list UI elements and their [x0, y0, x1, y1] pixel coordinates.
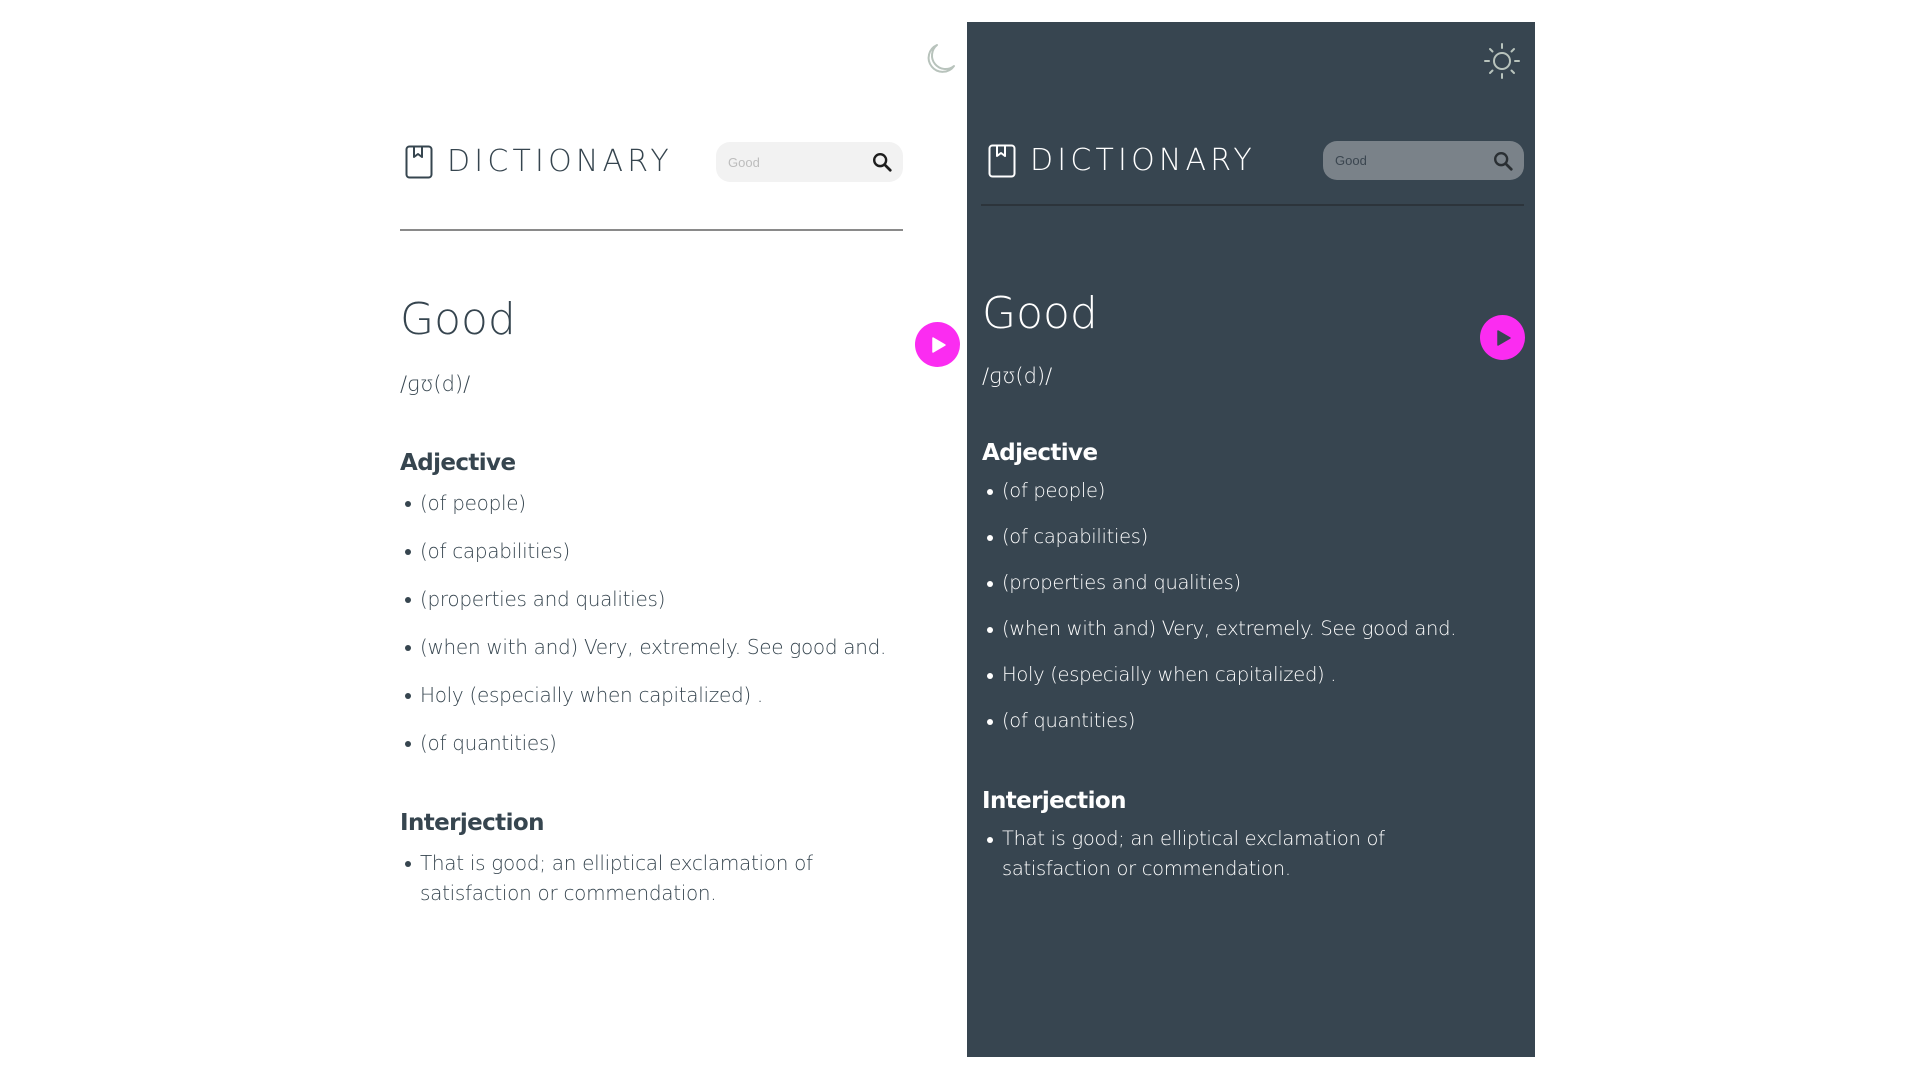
app-logo: DICTIONARY — [405, 145, 673, 179]
part-of-speech-heading: Adjective — [400, 450, 516, 476]
definition-item: (properties and qualities) — [404, 584, 967, 614]
play-icon — [932, 336, 946, 353]
book-bookmark-icon — [988, 144, 1016, 178]
definition-item: (of quantities) — [986, 706, 1535, 736]
light-theme-panel: DICTIONARY Good /ɡʊ(d)/ Adjective (of pe… — [390, 22, 967, 1057]
definition-item: (of capabilities) — [986, 522, 1535, 552]
play-pronunciation-button[interactable] — [915, 322, 960, 367]
meaning-section-interjection: Interjection That is good; an elliptical… — [967, 786, 1535, 900]
word-title: Good — [400, 294, 516, 345]
definition-item: That is good; an elliptical exclamation … — [986, 824, 1426, 884]
word-title: Good — [982, 288, 1098, 339]
meaning-section-adjective: Adjective (of people) (of capabilities) … — [967, 438, 1535, 752]
definition-item: (of capabilities) — [404, 536, 967, 566]
search-icon — [873, 153, 892, 172]
definition-list: That is good; an elliptical exclamation … — [967, 824, 1535, 884]
book-bookmark-icon — [405, 145, 433, 179]
sun-icon — [1484, 43, 1520, 79]
phonetic-text: /ɡʊ(d)/ — [400, 372, 471, 396]
play-pronunciation-button[interactable] — [1480, 315, 1525, 360]
definition-item: (of quantities) — [404, 728, 967, 758]
play-icon — [1497, 329, 1511, 346]
phonetic-text: /ɡʊ(d)/ — [982, 364, 1053, 388]
definition-item: (of people) — [404, 488, 967, 518]
definition-item: That is good; an elliptical exclamation … — [404, 848, 844, 908]
meaning-section-adjective: Adjective (of people) (of capabilities) … — [390, 448, 967, 776]
search-button[interactable] — [1486, 144, 1520, 178]
definition-item: Holy (especially when capitalized) . — [986, 660, 1535, 690]
definition-list: That is good; an elliptical exclamation … — [390, 848, 967, 908]
search-bar — [716, 142, 903, 182]
part-of-speech-heading: Adjective — [982, 440, 1098, 466]
app-title: DICTIONARY — [1030, 143, 1256, 178]
definition-item: (when with and) Very, extremely. See goo… — [986, 614, 1535, 644]
definition-list: (of people) (of capabilities) (propertie… — [390, 488, 967, 758]
search-input[interactable] — [716, 154, 865, 170]
app-title: DICTIONARY — [447, 144, 673, 179]
definition-item: Holy (especially when capitalized) . — [404, 680, 967, 710]
search-bar — [1323, 141, 1524, 180]
search-icon — [1494, 151, 1513, 171]
moon-icon — [927, 44, 955, 73]
definition-item: (of people) — [986, 476, 1535, 506]
part-of-speech-heading: Interjection — [400, 810, 544, 836]
part-of-speech-heading: Interjection — [982, 788, 1126, 814]
definition-list: (of people) (of capabilities) (propertie… — [967, 476, 1535, 736]
header-divider — [400, 229, 903, 231]
header-divider — [981, 204, 1524, 206]
dark-theme-panel: DICTIONARY Good /ɡʊ(d)/ Adjective (of pe… — [967, 22, 1535, 1057]
dark-mode-toggle[interactable] — [919, 39, 959, 79]
definition-item: (properties and qualities) — [986, 568, 1535, 598]
search-button[interactable] — [865, 145, 899, 179]
search-input[interactable] — [1323, 153, 1486, 168]
app-logo: DICTIONARY — [988, 144, 1256, 178]
meaning-section-interjection: Interjection That is good; an elliptical… — [390, 808, 967, 926]
definition-item: (when with and) Very, extremely. See goo… — [404, 632, 967, 662]
light-mode-toggle[interactable] — [1482, 41, 1522, 81]
